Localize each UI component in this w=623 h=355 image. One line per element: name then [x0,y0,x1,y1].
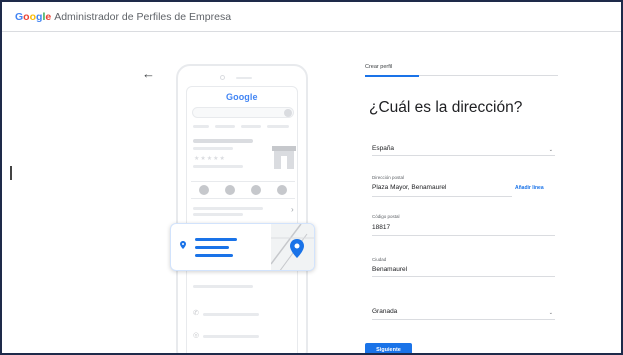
street-address-value: Plaza Mayor, Benamaurel [372,184,447,191]
screen-search-icon [284,109,292,117]
screen-text-line [193,147,233,150]
screen-text-line [203,313,259,316]
province-value: Granada [372,308,398,315]
location-pin-icon [180,241,186,249]
progress-indicator [365,75,419,77]
dropdown-caret-icon: ⌄ [548,310,553,316]
screen-text-line [203,335,259,338]
street-address-field[interactable]: Dirección postal Plaza Mayor, Benamaurel [372,175,512,197]
add-line-link[interactable]: Añadir línea [515,185,544,191]
postal-code-field[interactable]: Código postal 18817 [372,214,555,236]
directions-icon [225,185,235,195]
globe-icon: ◎ [193,332,200,339]
screen-tab-bar [215,125,235,128]
call-icon [199,185,209,195]
screen-text-line [193,285,253,288]
phone-camera [220,75,225,80]
address-card-illustration [170,223,315,271]
screen-action-row [191,181,295,199]
screen-google-logo: Google [226,92,258,102]
left-edge-marker [10,166,12,180]
tab-create-profile[interactable]: Crear perfil [365,64,392,70]
map-thumbnail [271,224,314,270]
screen-tab-bar [267,125,289,128]
screen-tab-bar [241,125,261,128]
city-label: Ciudad [372,257,387,262]
street-address-label: Dirección postal [372,175,405,180]
back-arrow-icon[interactable]: ← [142,67,155,81]
country-select[interactable]: España ⌄ [372,142,555,156]
screen-business-name [193,139,253,143]
progress-track [419,75,558,76]
app-title: Administrador de Perfiles de Empresa [54,10,232,23]
postal-code-value: 18817 [372,224,391,231]
screen-stars: ★★★★★ [194,156,226,162]
dropdown-caret-icon: ⌄ [548,147,553,153]
phone-icon: ✆ [193,310,199,317]
storefront-icon [272,146,296,169]
app-header: Google Administrador de Perfiles de Empr… [2,2,621,32]
screen-search-bar [192,107,294,118]
city-field[interactable]: Ciudad Benamaurel [372,257,555,277]
screen-text-line [193,207,263,210]
next-button[interactable]: Siguiente [365,343,412,353]
country-value: España [372,145,395,152]
phone-illustration: Google ★★★★★ › ✆ ◎ [176,64,308,353]
page-title: ¿Cuál es la dirección? [369,99,523,116]
save-icon [251,185,261,195]
screen-tab-bar [193,125,209,128]
browser-frame: Google Administrador de Perfiles de Empr… [0,0,623,355]
share-icon [277,185,287,195]
phone-screen: Google ★★★★★ › ✆ ◎ [186,86,298,353]
city-value: Benamaurel [372,266,408,273]
phone-speaker [236,77,252,79]
google-logo: Google [15,10,52,23]
card-line [195,238,237,241]
province-select[interactable]: Granada ⌄ [372,306,555,320]
chevron-right-icon: › [291,205,294,214]
postal-code-label: Código postal [372,214,400,219]
card-line [195,254,233,257]
card-line [195,246,229,249]
screen-text-line [193,213,243,216]
screen-text-line [193,165,243,168]
